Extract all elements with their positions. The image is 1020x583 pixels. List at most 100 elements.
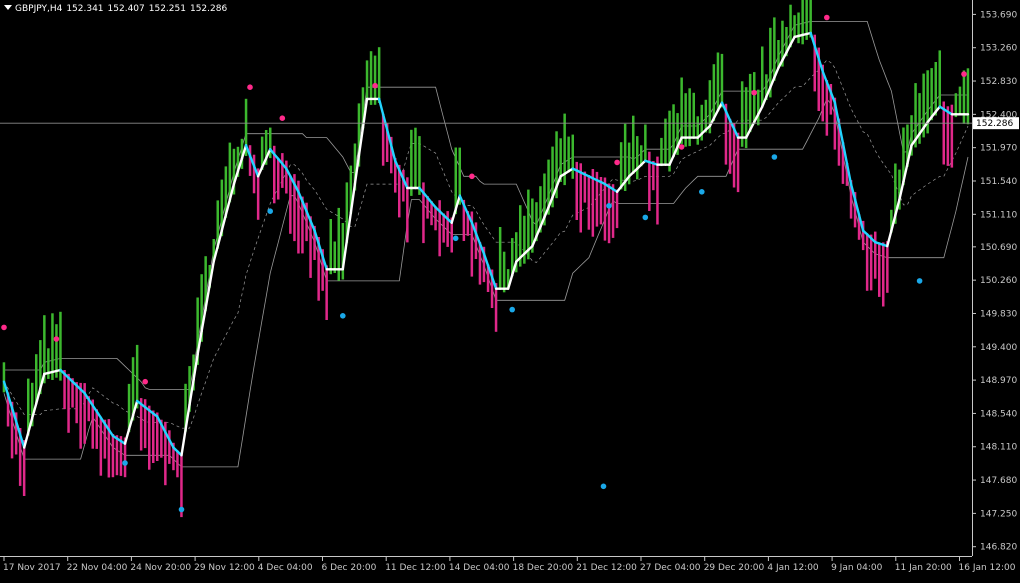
sell-signal-dot bbox=[279, 115, 286, 121]
dropdown-triangle-icon[interactable] bbox=[4, 5, 12, 10]
current-price-label: 152.286 bbox=[976, 119, 1013, 129]
up-bar bbox=[502, 251, 506, 293]
sell-signal-dot bbox=[53, 336, 60, 342]
time-tick-label: 11 Dec 12:00 bbox=[385, 563, 446, 573]
up-bar bbox=[664, 118, 667, 165]
up-bar bbox=[377, 47, 381, 103]
open-value: 152.341 bbox=[66, 4, 104, 14]
down-bar bbox=[882, 242, 885, 307]
up-bar bbox=[365, 60, 369, 101]
up-bar bbox=[712, 64, 716, 121]
up-bar bbox=[720, 53, 724, 108]
up-bar bbox=[966, 68, 970, 125]
up-bar bbox=[410, 129, 413, 196]
up-bar bbox=[692, 92, 695, 139]
down-bar bbox=[285, 160, 288, 194]
sell-signal-dot bbox=[469, 173, 475, 180]
buy-signal-dot bbox=[178, 506, 185, 513]
up-bar bbox=[51, 313, 54, 380]
down-bar bbox=[587, 175, 591, 230]
up-bar bbox=[523, 215, 526, 264]
close-value: 152.286 bbox=[189, 4, 228, 14]
up-bar bbox=[373, 55, 377, 105]
trend-line-segment bbox=[886, 229, 893, 248]
down-bar bbox=[607, 183, 611, 244]
down-bar bbox=[583, 171, 587, 203]
up-bar bbox=[801, 0, 804, 45]
down-bar bbox=[652, 161, 655, 191]
price-tick-label: 153.260 bbox=[980, 44, 1017, 54]
down-bar bbox=[115, 435, 119, 476]
buy-signal-dot bbox=[452, 235, 459, 242]
high-value: 152.407 bbox=[107, 4, 145, 14]
symbol-label: GBPJPY,H4 bbox=[15, 4, 63, 14]
up-bar bbox=[636, 136, 639, 180]
time-tick-label: 16 Jan 12:00 bbox=[959, 563, 1016, 573]
buy-signal-dot bbox=[916, 278, 923, 284]
down-bar bbox=[75, 382, 78, 424]
trend-line-segment bbox=[180, 428, 187, 457]
price-tick-label: 151.970 bbox=[980, 144, 1017, 154]
sell-signal-dot bbox=[247, 84, 253, 90]
chart-header: GBPJPY,H4 152.341 152.407 152.251 152.286 bbox=[4, 4, 231, 14]
down-bar bbox=[434, 207, 437, 231]
chart[interactable]: 153.690 153.260 152.830 152.400 151.970 151.5… bbox=[0, 0, 1020, 579]
buy-signal-dot bbox=[771, 154, 778, 160]
up-bar bbox=[644, 124, 647, 162]
up-bar bbox=[716, 52, 720, 112]
up-bar bbox=[369, 51, 373, 105]
time-tick-label: 4 Jan 12:00 bbox=[767, 563, 819, 573]
time-tick-label: 21 Dec 12:00 bbox=[576, 563, 637, 573]
trend-line-segment bbox=[450, 208, 457, 225]
down-bar bbox=[611, 184, 615, 238]
time-tick-label: 17 Nov 2017 bbox=[3, 563, 61, 573]
up-bar bbox=[135, 344, 139, 409]
buy-signal-dot bbox=[600, 483, 607, 490]
up-bar bbox=[498, 227, 502, 290]
down-bar bbox=[111, 434, 115, 478]
sell-signal-dot bbox=[961, 71, 967, 77]
up-bar bbox=[930, 68, 933, 121]
down-bar bbox=[289, 175, 292, 234]
down-bar bbox=[325, 265, 328, 320]
buy-signal-dot bbox=[340, 313, 346, 319]
up-bar bbox=[744, 87, 748, 149]
up-bar bbox=[619, 142, 623, 190]
up-bar bbox=[757, 89, 760, 126]
down-bar bbox=[494, 283, 498, 332]
up-bar bbox=[797, 12, 800, 44]
buy-signal-dot bbox=[509, 306, 515, 313]
up-bar bbox=[773, 17, 776, 81]
down-bar bbox=[168, 430, 171, 464]
sell-signal-dot bbox=[372, 82, 378, 89]
down-bar bbox=[874, 231, 877, 279]
up-bar bbox=[632, 115, 635, 174]
up-bar bbox=[660, 137, 663, 167]
time-tick-label: 11 Jan 20:00 bbox=[895, 563, 952, 573]
time-tick-label: 14 Dec 04:00 bbox=[449, 563, 510, 573]
price-tick-label: 147.680 bbox=[980, 476, 1017, 486]
time-tick-label: 24 Nov 20:00 bbox=[130, 563, 191, 573]
price-tick-label: 149.830 bbox=[980, 309, 1017, 319]
time-tick-label: 6 Dec 20:00 bbox=[322, 563, 377, 573]
buy-signal-dot bbox=[267, 208, 274, 214]
sell-signal-dot bbox=[1, 324, 7, 331]
up-bar bbox=[329, 219, 332, 275]
price-tick-label: 151.540 bbox=[980, 177, 1017, 187]
sell-signal-dot bbox=[142, 378, 148, 385]
price-tick-label: 152.830 bbox=[980, 77, 1017, 87]
price-tick-label: 146.820 bbox=[980, 543, 1017, 553]
chart-canvas[interactable]: 153.690153.260152.830152.400151.970151.5… bbox=[0, 0, 1020, 579]
down-bar bbox=[615, 189, 619, 229]
time-tick-label: 18 Dec 20:00 bbox=[513, 563, 574, 573]
buy-signal-dot bbox=[699, 189, 705, 195]
down-bar bbox=[599, 177, 603, 225]
time-tick-label: 22 Nov 04:00 bbox=[67, 563, 128, 573]
buy-signal-dot bbox=[606, 203, 612, 209]
up-bar bbox=[672, 104, 675, 158]
up-bar bbox=[753, 72, 756, 124]
buy-signal-dot bbox=[642, 214, 649, 221]
down-bar bbox=[148, 405, 151, 470]
price-tick-label: 149.400 bbox=[980, 343, 1017, 353]
price-tick-label: 150.690 bbox=[980, 243, 1017, 253]
